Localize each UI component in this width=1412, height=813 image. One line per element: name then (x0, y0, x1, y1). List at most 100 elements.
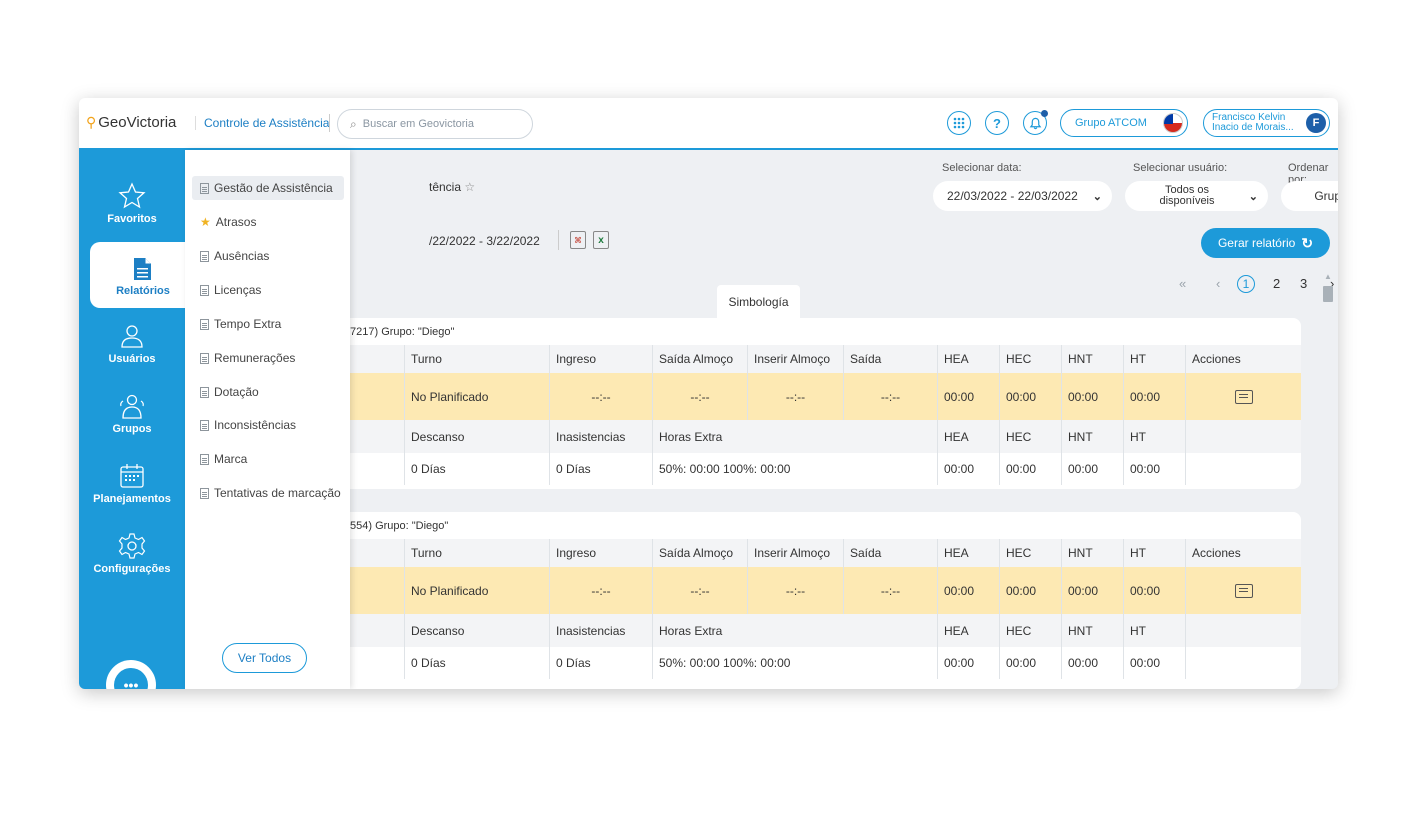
column-header: Inserir Almoço (747, 345, 843, 373)
date-picker[interactable]: 22/03/2022 - 22/03/2022 ⌄ (933, 181, 1112, 211)
chat-button[interactable]: ••• (106, 660, 156, 689)
table-cell: 00:00 (1061, 373, 1123, 420)
comment-icon (1234, 583, 1253, 598)
column-header: Inserir Almoço (747, 539, 843, 567)
order-select-value: Grupos (1314, 189, 1338, 203)
simbologia-tab[interactable]: Simbología (717, 285, 800, 318)
summary-cell: 0 Días (404, 647, 549, 679)
summary-header: HEA (937, 614, 999, 647)
page-3-button[interactable]: 3 (1300, 276, 1307, 291)
excel-export-icon[interactable]: x (593, 231, 609, 249)
column-header: HT (1123, 345, 1185, 373)
first-page-button[interactable]: « (1179, 276, 1186, 291)
column-header: HEC (999, 539, 1061, 567)
sidebar-item-favoritos[interactable]: Favoritos (79, 172, 185, 234)
bell-icon[interactable] (1023, 110, 1048, 135)
sidebar-item-planejamentos[interactable]: Planejamentos (79, 452, 185, 514)
gear-icon (118, 533, 146, 559)
reports-menu: Gestão de Assistência ★ Atrasos Ausências… (185, 150, 350, 689)
sidebar-item-configuracoes[interactable]: Configurações (79, 522, 185, 584)
menu-item-label: Tentativas de marcação (214, 486, 341, 500)
sidebar-item-usuarios[interactable]: Usuários (79, 312, 185, 374)
summary-header: Horas Extra (652, 614, 937, 647)
employee-card: 7217) Grupo: "Diego" o Turno Ingreso Saí… (185, 318, 1301, 489)
summary-header: HEC (999, 420, 1061, 453)
summary-cell: 0 Días (549, 647, 652, 679)
summary-cell: 00:00 (937, 647, 999, 679)
menu-item-remuneracoes[interactable]: Remunerações (192, 346, 344, 370)
user-select-value: Todos os disponíveis (1139, 185, 1235, 207)
menu-item-label: Tempo Extra (214, 317, 282, 331)
favorite-star-icon[interactable]: ☆ (464, 180, 475, 194)
logo-text: GeoVictoria (98, 114, 177, 131)
sidebar-item-grupos[interactable]: Grupos (79, 382, 185, 444)
scroll-up-arrow-icon[interactable]: ▲ (1324, 272, 1332, 281)
table-cell: --:-- (747, 373, 843, 420)
sidebar-item-relatorios[interactable]: Relatórios (90, 242, 196, 308)
current-page[interactable]: 1 (1237, 275, 1255, 293)
menu-item-tempo-extra[interactable]: Tempo Extra (192, 312, 344, 336)
summary-cell: 50%: 00:00 100%: 00:00 (652, 647, 937, 679)
prev-page-button[interactable]: ‹ (1216, 276, 1220, 291)
generate-report-label: Gerar relatório (1217, 236, 1296, 250)
summary-cell: 50%: 00:00 100%: 00:00 (652, 453, 937, 485)
table-cell: --:-- (843, 567, 937, 614)
search-input[interactable]: ⌕ Buscar em Geovictoria (337, 109, 533, 139)
summary-cell: 00:00 (1123, 453, 1185, 485)
group-name: Grupo ATCOM (1075, 117, 1147, 129)
module-title[interactable]: Controle de Assistência (195, 116, 329, 130)
ver-todos-button[interactable]: Ver Todos (222, 643, 307, 673)
menu-item-atrasos[interactable]: ★ Atrasos (192, 210, 344, 234)
page-2-button[interactable]: 2 (1273, 276, 1280, 291)
user-select[interactable]: Todos os disponíveis ⌄ (1125, 181, 1268, 211)
menu-item-ausencias[interactable]: Ausências (192, 244, 344, 268)
top-bar: ⚲ GeoVictoria Controle de Assistência ⌕ … (79, 98, 1338, 150)
apps-grid-icon[interactable] (947, 111, 971, 135)
table-cell: No Planificado (404, 567, 549, 614)
table-cell: --:-- (652, 567, 747, 614)
comment-action-button[interactable] (1185, 567, 1301, 614)
table-cell: 00:00 (1123, 373, 1185, 420)
table-cell: 00:00 (1123, 567, 1185, 614)
summary-header: HNT (1061, 614, 1123, 647)
comment-action-button[interactable] (1185, 373, 1301, 420)
user-menu[interactable]: Francisco Kelvin Inacio de Morais... F (1203, 109, 1330, 137)
table-cell: --:-- (843, 373, 937, 420)
order-select[interactable]: Grupos ⌄ (1281, 181, 1338, 211)
column-header: Turno (404, 345, 549, 373)
menu-item-label: Marca (214, 452, 248, 466)
page-title-text: tência (429, 180, 462, 194)
column-header: HNT (1061, 539, 1123, 567)
scrollbar-thumb[interactable] (1323, 286, 1333, 302)
menu-item-marca[interactable]: Marca (192, 447, 344, 471)
menu-item-dotacao[interactable]: Dotação (192, 380, 344, 404)
help-icon[interactable]: ? (985, 111, 1009, 135)
generate-report-button[interactable]: Gerar relatório ↻ (1201, 228, 1330, 258)
select-user-label: Selecionar usuário: (1133, 162, 1228, 174)
group-selector[interactable]: Grupo ATCOM (1060, 109, 1188, 137)
menu-item-tentativas-marcacao[interactable]: Tentativas de marcação (192, 481, 344, 505)
geovictoria-logo[interactable]: ⚲ GeoVictoria (86, 114, 176, 131)
summary-cell: 00:00 (1061, 453, 1123, 485)
menu-item-label: Atrasos (215, 215, 257, 229)
chevron-down-icon: ⌄ (1248, 190, 1258, 203)
pdf-export-icon[interactable]: ⌘ (570, 231, 586, 249)
document-icon (200, 250, 209, 262)
document-icon (200, 318, 209, 330)
menu-item-label: Gestão de Assistência (214, 181, 333, 195)
summary-header: HEC (999, 614, 1061, 647)
refresh-icon: ↻ (1301, 234, 1314, 251)
column-header: Saída Almoço (652, 345, 747, 373)
menu-item-licencas[interactable]: Licenças (192, 278, 344, 302)
table-cell: 00:00 (937, 373, 999, 420)
menu-item-gestao-assistencia[interactable]: Gestão de Assistência (192, 176, 344, 200)
notification-dot (1041, 110, 1048, 117)
chile-flag-icon (1163, 113, 1183, 133)
menu-item-inconsistencias[interactable]: Inconsistências (192, 413, 344, 437)
avatar: F (1306, 113, 1326, 133)
summary-header-empty (1185, 614, 1301, 647)
table-cell: --:-- (747, 567, 843, 614)
summary-cell: 0 Días (549, 453, 652, 485)
column-header: Ingreso (549, 345, 652, 373)
app-window: ⚲ GeoVictoria Controle de Assistência ⌕ … (79, 98, 1338, 689)
